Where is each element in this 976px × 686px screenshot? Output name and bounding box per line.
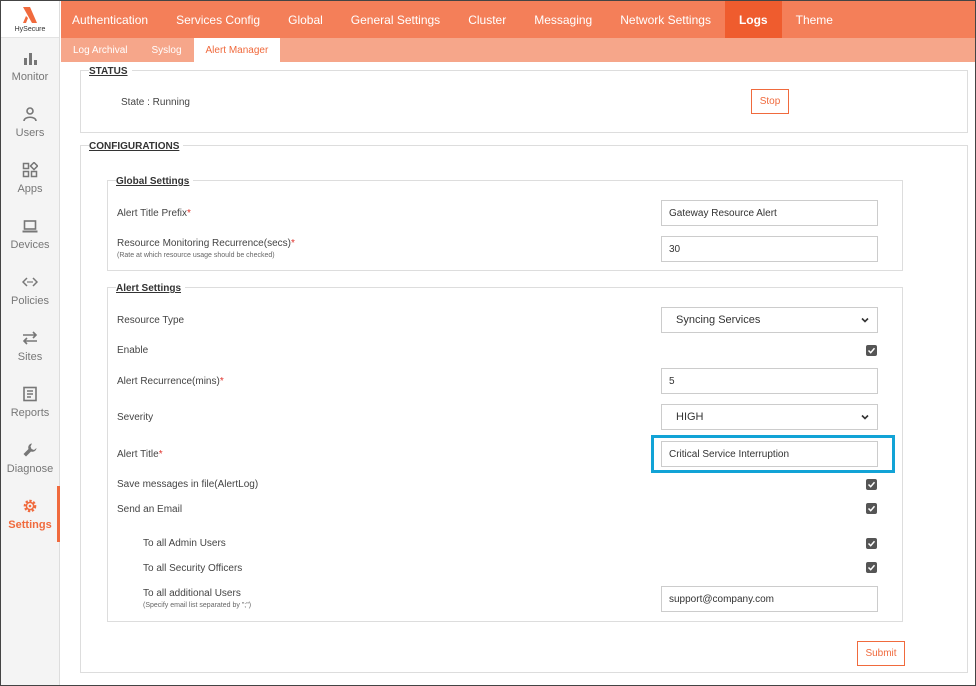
resource-type-label: Resource Type bbox=[117, 315, 185, 326]
hysecure-logo-icon bbox=[23, 7, 37, 23]
recurrence-hint: (Rate at which resource usage should be … bbox=[117, 252, 275, 259]
alert-title-prefix-input[interactable]: Gateway Resource Alert bbox=[661, 200, 878, 226]
sidebar-item-devices[interactable]: Devices bbox=[1, 206, 59, 262]
sidebar-item-label: Policies bbox=[11, 294, 49, 307]
to-admins-label: To all Admin Users bbox=[143, 538, 226, 549]
status-legend: STATUS bbox=[89, 66, 132, 77]
check-icon bbox=[867, 540, 876, 547]
sidebar-item-label: Diagnose bbox=[6, 462, 54, 475]
user-icon bbox=[23, 106, 37, 121]
sidebar-item-apps[interactable]: Apps bbox=[1, 150, 59, 206]
sidebar-item-settings[interactable]: Settings bbox=[1, 486, 60, 542]
wrench-icon bbox=[23, 443, 37, 456]
recurrence-label: Resource Monitoring Recurrence(secs)* bbox=[117, 238, 295, 249]
sidebar-item-label: Apps bbox=[17, 182, 43, 195]
check-icon bbox=[867, 564, 876, 571]
alert-recurrence-input[interactable]: 5 bbox=[661, 368, 878, 394]
tab-general-settings[interactable]: General Settings bbox=[337, 1, 454, 38]
status-fieldset bbox=[80, 70, 968, 133]
stop-button[interactable]: Stop bbox=[751, 89, 789, 114]
tab-global[interactable]: Global bbox=[274, 1, 337, 38]
sidebar-item-diagnose[interactable]: Diagnose bbox=[1, 430, 59, 486]
logo-text: HySecure bbox=[14, 26, 46, 33]
alert-title-highlight bbox=[651, 435, 895, 473]
configurations-legend: CONFIGURATIONS bbox=[89, 141, 184, 152]
recurrence-input[interactable]: 30 bbox=[661, 236, 878, 262]
resource-type-value: Syncing Services bbox=[676, 314, 761, 326]
bar-chart-icon bbox=[24, 52, 37, 65]
alert-recurrence-label: Alert Recurrence(mins)* bbox=[117, 376, 224, 387]
enable-label: Enable bbox=[117, 345, 149, 356]
alert-title-prefix-label: Alert Title Prefix* bbox=[117, 208, 191, 219]
sidebar-item-label: Settings bbox=[8, 518, 52, 531]
enable-checkbox[interactable] bbox=[866, 345, 877, 356]
sidebar-item-label: Users bbox=[15, 126, 45, 139]
tab-authentication[interactable]: Authentication bbox=[61, 1, 162, 38]
sidebar-item-users[interactable]: Users bbox=[1, 94, 59, 150]
state-text: State : Running bbox=[121, 97, 190, 108]
to-admins-checkbox[interactable] bbox=[866, 538, 877, 549]
main-content: STATUS State : Running Stop CONFIGURATIO… bbox=[61, 62, 975, 685]
check-icon bbox=[867, 347, 876, 354]
resource-type-select[interactable]: Syncing Services bbox=[661, 307, 878, 333]
check-icon bbox=[867, 481, 876, 488]
tab-logs[interactable]: Logs bbox=[724, 1, 782, 38]
global-settings-legend: Global Settings bbox=[116, 176, 194, 187]
tab-services-config[interactable]: Services Config bbox=[162, 1, 274, 38]
sidebar-item-label: Monitor bbox=[11, 70, 49, 83]
severity-value: HIGH bbox=[676, 411, 704, 423]
tab-network-settings[interactable]: Network Settings bbox=[606, 1, 725, 38]
severity-label: Severity bbox=[117, 412, 154, 423]
save-messages-label: Save messages in file(AlertLog) bbox=[117, 479, 259, 490]
subtab-log-archival[interactable]: Log Archival bbox=[61, 38, 139, 62]
report-icon bbox=[23, 386, 37, 401]
subtab-syslog[interactable]: Syslog bbox=[139, 38, 193, 62]
sidebar-item-label: Reports bbox=[10, 406, 50, 419]
to-security-checkbox[interactable] bbox=[866, 562, 877, 573]
save-messages-checkbox[interactable] bbox=[866, 479, 877, 490]
alert-settings-legend: Alert Settings bbox=[116, 283, 186, 294]
to-security-label: To all Security Officers bbox=[143, 563, 243, 574]
submit-button[interactable]: Submit bbox=[857, 641, 905, 666]
tab-messaging[interactable]: Messaging bbox=[520, 1, 606, 38]
laptop-icon bbox=[22, 219, 38, 232]
severity-select[interactable]: HIGH bbox=[661, 404, 878, 430]
sidebar-item-policies[interactable]: Policies bbox=[1, 262, 59, 318]
chevron-down-icon bbox=[861, 317, 869, 323]
alert-title-label: Alert Title* bbox=[117, 449, 163, 460]
sub-nav: Log Archival Syslog Alert Manager bbox=[61, 38, 975, 62]
apps-icon bbox=[22, 161, 38, 177]
check-icon bbox=[867, 505, 876, 512]
sidebar-item-reports[interactable]: Reports bbox=[1, 374, 59, 430]
sidebar: HySecure Monitor Users Apps Devices Poli… bbox=[1, 1, 60, 685]
sidebar-item-sites[interactable]: Sites bbox=[1, 318, 59, 374]
sidebar-item-monitor[interactable]: Monitor bbox=[1, 38, 59, 94]
chevron-down-icon bbox=[861, 414, 869, 420]
to-additional-hint: (Specify email list separated by ";") bbox=[143, 602, 252, 609]
subtab-alert-manager[interactable]: Alert Manager bbox=[193, 38, 281, 62]
sidebar-item-label: Devices bbox=[10, 238, 50, 251]
sidebar-item-label: Sites bbox=[17, 350, 43, 363]
send-email-label: Send an Email bbox=[117, 504, 183, 515]
logo: HySecure bbox=[1, 1, 59, 38]
code-icon bbox=[22, 276, 38, 287]
send-email-checkbox[interactable] bbox=[866, 503, 877, 514]
to-additional-input[interactable]: support@company.com bbox=[661, 586, 878, 612]
tab-cluster[interactable]: Cluster bbox=[454, 1, 520, 38]
to-additional-label: To all additional Users bbox=[143, 588, 241, 599]
gear-icon bbox=[23, 499, 37, 512]
top-nav: Authentication Services Config Global Ge… bbox=[61, 1, 975, 38]
swap-icon bbox=[22, 330, 38, 345]
tab-theme[interactable]: Theme bbox=[782, 1, 847, 38]
